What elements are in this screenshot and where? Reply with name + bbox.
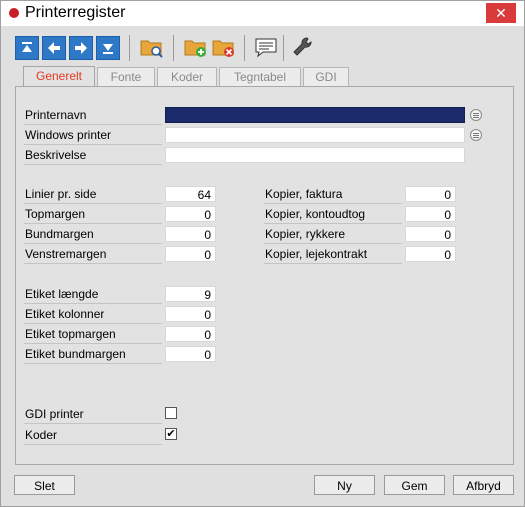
etiket-topmargen-field[interactable]: 0	[165, 326, 216, 342]
label-underline	[24, 423, 162, 424]
tab-tegntabel[interactable]: Tegntabel	[219, 67, 301, 86]
slet-button[interactable]: Slet	[14, 475, 75, 495]
tab-gdi[interactable]: GDI	[303, 67, 349, 86]
add-folder-icon[interactable]	[183, 35, 207, 59]
first-record-icon[interactable]	[15, 36, 39, 60]
beskrivelse-label: Beskrivelse	[25, 148, 87, 162]
kopier-lejekontrakt-field[interactable]: 0	[405, 246, 456, 262]
koder-label: Koder	[25, 428, 58, 442]
delete-folder-icon[interactable]	[211, 35, 235, 59]
kopier-rykkere-label: Kopier, rykkere	[265, 227, 346, 241]
etiket-bundmargen-label: Etiket bundmargen	[25, 347, 126, 361]
gdi-printer-checkbox[interactable]	[165, 407, 177, 419]
printernavn-lookup-icon[interactable]	[470, 109, 482, 121]
tab-generelt[interactable]: Generelt	[23, 66, 95, 87]
etiket-bundmargen-field[interactable]: 0	[165, 346, 216, 362]
venstremargen-field[interactable]: 0	[165, 246, 216, 262]
toolbar-separator	[173, 35, 174, 61]
etiket-laengde-field[interactable]: 9	[165, 286, 216, 302]
toolbar-separator	[244, 35, 245, 61]
linier-pr-side-label: Linier pr. side	[25, 187, 97, 201]
label-underline	[24, 243, 162, 244]
beskrivelse-field[interactable]	[165, 147, 465, 163]
windows-printer-label: Windows printer	[25, 128, 112, 142]
windows-printer-lookup-icon[interactable]	[470, 129, 482, 141]
kopier-faktura-label: Kopier, faktura	[265, 187, 343, 201]
search-folder-icon[interactable]	[139, 35, 163, 59]
label-underline	[24, 363, 162, 364]
tab-koder[interactable]: Koder	[157, 67, 217, 86]
bundmargen-label: Bundmargen	[25, 227, 94, 241]
koder-checkbox[interactable]: ✔	[165, 428, 177, 440]
printer-register-window: Printerregister ✕ Generelt Fonte Koder T…	[0, 0, 525, 507]
venstremargen-label: Venstremargen	[25, 247, 107, 261]
gem-button[interactable]: Gem	[384, 475, 445, 495]
etiket-kolonner-field[interactable]: 0	[165, 306, 216, 322]
title-bar: Printerregister ✕	[1, 1, 524, 26]
label-underline	[24, 164, 162, 165]
printernavn-field[interactable]	[165, 107, 465, 123]
toolbar-separator	[283, 35, 284, 61]
toolbar-separator	[129, 35, 130, 61]
gdi-printer-label: GDI printer	[25, 407, 84, 421]
kopier-kontoudtog-field[interactable]: 0	[405, 206, 456, 222]
kopier-faktura-field[interactable]: 0	[405, 186, 456, 202]
kopier-lejekontrakt-label: Kopier, lejekontrakt	[265, 247, 368, 261]
next-record-icon[interactable]	[69, 36, 93, 60]
bundmargen-field[interactable]: 0	[165, 226, 216, 242]
etiket-laengde-label: Etiket længde	[25, 287, 99, 301]
label-underline	[264, 223, 402, 224]
last-record-icon[interactable]	[96, 36, 120, 60]
label-underline	[24, 303, 162, 304]
label-underline	[24, 144, 162, 145]
close-button[interactable]: ✕	[486, 3, 516, 23]
window-title: Printerregister	[25, 4, 126, 21]
windows-printer-field[interactable]	[165, 127, 465, 143]
label-underline	[24, 223, 162, 224]
linier-pr-side-field[interactable]: 64	[165, 186, 216, 202]
kopier-kontoudtog-label: Kopier, kontoudtog	[265, 207, 366, 221]
label-underline	[24, 203, 162, 204]
settings-wrench-icon[interactable]	[291, 35, 315, 59]
label-underline	[264, 203, 402, 204]
etiket-kolonner-label: Etiket kolonner	[25, 307, 105, 321]
app-icon	[9, 8, 19, 18]
label-underline	[24, 323, 162, 324]
tab-panel-generelt: Printernavn Windows printer Beskrivelse …	[15, 86, 514, 465]
printernavn-label: Printernavn	[25, 108, 87, 122]
ny-button[interactable]: Ny	[314, 475, 375, 495]
topmargen-label: Topmargen	[25, 207, 86, 221]
label-underline	[24, 444, 162, 445]
kopier-rykkere-field[interactable]: 0	[405, 226, 456, 242]
label-underline	[264, 243, 402, 244]
afbryd-button[interactable]: Afbryd	[453, 475, 514, 495]
previous-record-icon[interactable]	[42, 36, 66, 60]
tab-fonte[interactable]: Fonte	[97, 67, 155, 86]
label-underline	[24, 343, 162, 344]
label-underline	[264, 263, 402, 264]
topmargen-field[interactable]: 0	[165, 206, 216, 222]
etiket-topmargen-label: Etiket topmargen	[25, 327, 116, 341]
label-underline	[24, 263, 162, 264]
label-underline	[24, 124, 162, 125]
comment-icon[interactable]	[254, 35, 278, 59]
